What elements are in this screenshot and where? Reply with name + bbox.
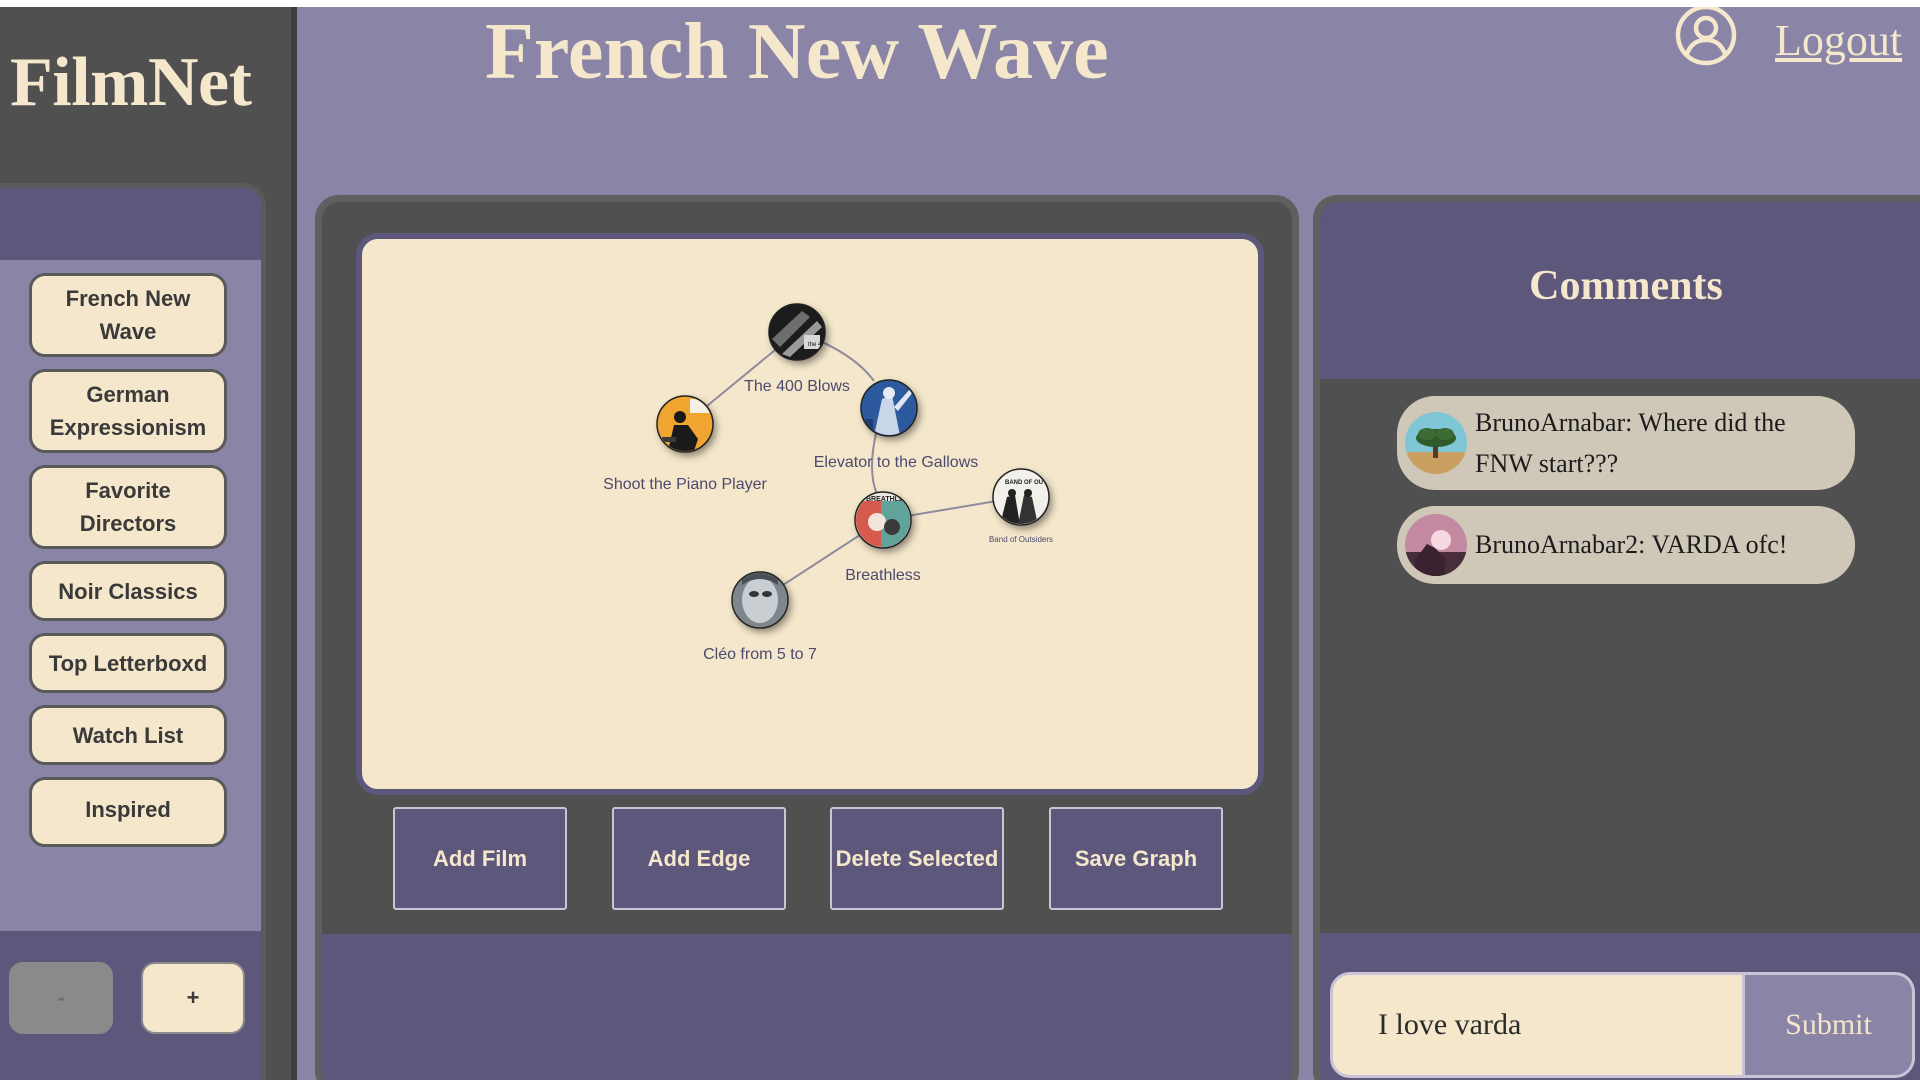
tree-avatar-icon	[1405, 412, 1467, 474]
comment-text: BrunoArnabar: Where did the FNW start???	[1475, 408, 1786, 478]
graph-svg[interactable]: the 400 blows The 400 Blows Shoot the Pi…	[362, 239, 1258, 789]
save-graph-button[interactable]: Save Graph	[1049, 807, 1223, 910]
add-edge-button[interactable]: Add Edge	[612, 807, 786, 910]
node-label-shoot-the-piano-player: Shoot the Piano Player	[603, 476, 767, 493]
poster-breathless-text: BREATHLESS	[866, 496, 913, 503]
comment-text: BrunoArnabar2: VARDA ofc!	[1475, 530, 1788, 559]
node-label-elevator-to-the-gallows: Elevator to the Gallows	[814, 454, 979, 471]
sidebar-header	[0, 188, 261, 260]
dusk-avatar-icon	[1405, 514, 1467, 576]
sidebar-footer: - +	[0, 931, 261, 1080]
comments-title: Comments	[1529, 263, 1723, 309]
film-node-the-400-blows[interactable]: the 400 blows The 400 Blows	[744, 303, 850, 395]
comment-input[interactable]	[1330, 972, 1745, 1078]
node-label-cleo-from-5-to-7: Cléo from 5 to 7	[703, 646, 817, 663]
sidebar-item-german-expressionism[interactable]: German Expressionism	[29, 369, 227, 453]
sidebar: French New Wave German Expressionism Fav…	[0, 183, 266, 1080]
avatar[interactable]	[1405, 412, 1467, 474]
node-label-the-400-blows: The 400 Blows	[744, 378, 850, 395]
left-column-edge	[291, 7, 297, 1080]
graph-panel: the 400 blows The 400 Blows Shoot the Pi…	[315, 195, 1299, 1080]
zoom-out-button[interactable]: -	[9, 962, 113, 1034]
node-label-band-of-outsiders: Band of Outsiders	[989, 535, 1053, 544]
comments-header: Comments	[1320, 202, 1920, 379]
page-title: French New Wave	[485, 8, 1109, 96]
add-film-button[interactable]: Add Film	[393, 807, 567, 910]
sidebar-item-watch-list[interactable]: Watch List	[29, 705, 227, 765]
delete-selected-button[interactable]: Delete Selected	[830, 807, 1004, 910]
node-label-breathless: Breathless	[845, 567, 921, 584]
sidebar-item-noir-classics[interactable]: Noir Classics	[29, 561, 227, 621]
film-node-band-of-outsiders[interactable]: BAND OF OUTSIDERS Band of Outsiders	[989, 468, 1069, 544]
zoom-in-button[interactable]: +	[141, 962, 245, 1034]
graph-canvas[interactable]: the 400 blows The 400 Blows Shoot the Pi…	[356, 233, 1264, 795]
graph-panel-footer	[322, 934, 1292, 1080]
sidebar-list[interactable]: French New Wave German Expressionism Fav…	[0, 260, 261, 931]
poster-band-text: BAND OF OUTSIDERS	[1005, 480, 1069, 486]
avatar[interactable]	[1405, 514, 1467, 576]
app-window: FilmNet French New Wave German Expressio…	[0, 7, 1920, 1080]
submit-comment-button[interactable]: Submit	[1745, 972, 1915, 1078]
film-node-cleo-from-5-to-7[interactable]: Cléo from 5 to 7	[703, 571, 817, 663]
sidebar-item-inspired[interactable]: Inspired	[29, 777, 227, 847]
logout-link[interactable]: Logout	[1775, 15, 1902, 66]
sidebar-item-french-new-wave[interactable]: French New Wave	[29, 273, 227, 357]
brand-logo[interactable]: FilmNet	[10, 43, 252, 123]
sidebar-item-top-letterboxd[interactable]: Top Letterboxd	[29, 633, 227, 693]
user-account-icon[interactable]	[1674, 7, 1738, 67]
film-node-shoot-the-piano-player[interactable]: Shoot the Piano Player	[603, 395, 768, 493]
comments-panel: Comments BrunoArnabar: Where did the FNW…	[1313, 195, 1920, 1080]
comment-item: BrunoArnabar2: VARDA ofc!	[1397, 506, 1855, 584]
comments-footer: Submit	[1320, 933, 1920, 1080]
sidebar-item-favorite-directors[interactable]: Favorite Directors	[29, 465, 227, 549]
comment-item: BrunoArnabar: Where did the FNW start???	[1397, 396, 1855, 490]
